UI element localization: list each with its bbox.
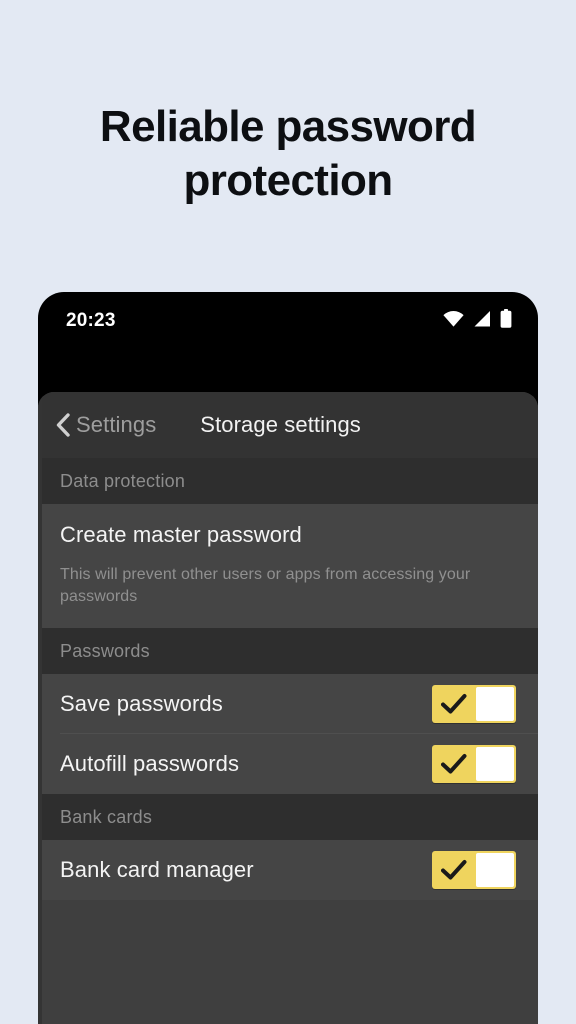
toggle-bank-card-manager[interactable] [432, 851, 516, 889]
list-item-autofill-passwords[interactable]: Autofill passwords [38, 734, 538, 794]
section-passwords: Passwords Save passwords Autofill passwo… [38, 628, 538, 794]
chevron-left-icon[interactable] [52, 412, 74, 438]
list-item-title: Create master password [60, 522, 302, 547]
section-data-protection: Data protection Create master password T… [38, 458, 538, 628]
page-title: Storage settings [200, 412, 361, 437]
checkmark-icon [441, 753, 467, 775]
back-button-label[interactable]: Settings [76, 412, 156, 438]
status-bar-clock: 20:23 [66, 310, 116, 331]
app-content-panel: Settings Storage settings Data protectio… [38, 392, 538, 1024]
section-bank-cards: Bank cards Bank card manager [38, 794, 538, 900]
toggle-thumb [476, 747, 514, 781]
checkmark-icon [441, 859, 467, 881]
toggle-thumb [476, 687, 514, 721]
list-item-title: Autofill passwords [60, 751, 240, 776]
list-item-create-master-password[interactable]: Create master password This will prevent… [38, 504, 538, 628]
page-headline: Reliable password protection [99, 102, 477, 205]
section-header-label: Bank cards [38, 794, 538, 840]
list-item-title: Bank card manager [60, 857, 254, 882]
status-bar: 20:23 [38, 292, 538, 350]
phone-mockup: 20:23 Settings Storage settings Data pro… [38, 292, 538, 1024]
checkmark-icon [441, 693, 467, 715]
back-button[interactable]: Settings [52, 412, 156, 438]
section-header-label: Passwords [38, 628, 538, 674]
toggle-thumb [476, 853, 514, 887]
battery-icon [500, 309, 512, 333]
status-bar-icons [443, 309, 512, 333]
wifi-icon [443, 310, 464, 332]
app-navbar: Settings Storage settings [38, 392, 538, 458]
section-header-label: Data protection [38, 458, 538, 504]
list-item-save-passwords[interactable]: Save passwords [38, 674, 538, 734]
list-item-bank-card-manager[interactable]: Bank card manager [38, 840, 538, 900]
cellular-signal-icon [473, 310, 491, 332]
toggle-autofill-passwords[interactable] [432, 745, 516, 783]
toggle-save-passwords[interactable] [432, 685, 516, 723]
list-item-description: This will prevent other users or apps fr… [60, 566, 471, 605]
list-item-title: Save passwords [60, 691, 223, 716]
